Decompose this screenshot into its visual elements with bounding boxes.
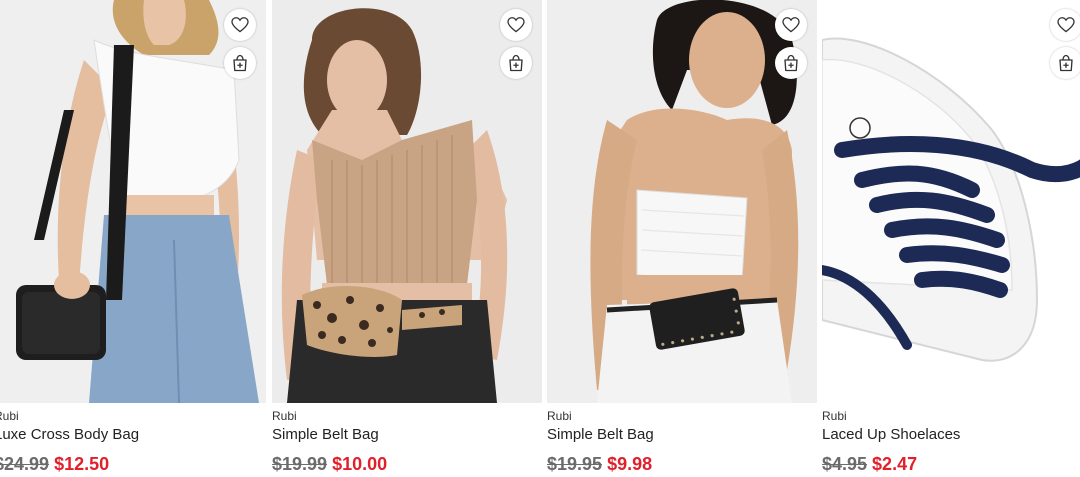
product-brand: Rubi (822, 409, 847, 423)
product-card[interactable]: Rubi Simple Belt Bag $19.95 $9.98 (547, 0, 817, 477)
product-name[interactable]: Simple Belt Bag (272, 426, 379, 444)
product-card[interactable]: Rubi Simple Belt Bag $19.99 $10.00 (272, 0, 542, 477)
sale-price: $9.98 (607, 454, 653, 474)
add-to-bag-button[interactable] (224, 47, 256, 79)
product-name[interactable]: Luxe Cross Body Bag (0, 426, 139, 444)
heart-icon (782, 17, 800, 33)
original-price: $24.99 (0, 454, 50, 474)
sale-price: $12.50 (54, 454, 110, 474)
add-to-bag-button[interactable] (775, 47, 807, 79)
add-to-wishlist-button[interactable] (224, 9, 256, 41)
heart-icon (507, 17, 525, 33)
add-to-bag-button[interactable] (500, 47, 532, 79)
add-to-wishlist-button[interactable] (1050, 9, 1080, 41)
add-to-bag-button[interactable] (1050, 47, 1080, 79)
shopping-bag-plus-icon (1059, 54, 1073, 72)
product-grid: Rubi Luxe Cross Body Bag $24.99$12.50 (0, 0, 1080, 477)
product-card[interactable]: Rubi Luxe Cross Body Bag $24.99$12.50 (0, 0, 266, 477)
product-price: $24.99$12.50 (0, 453, 109, 475)
product-price: $4.95 $2.47 (822, 453, 917, 475)
product-name[interactable]: Simple Belt Bag (547, 426, 654, 444)
original-price: $4.95 (822, 454, 868, 474)
original-price: $19.95 (547, 454, 603, 474)
original-price: $19.99 (272, 454, 328, 474)
product-price: $19.95 $9.98 (547, 453, 652, 475)
heart-icon (231, 17, 249, 33)
shopping-bag-plus-icon (784, 54, 798, 72)
sale-price: $10.00 (332, 454, 388, 474)
add-to-wishlist-button[interactable] (775, 9, 807, 41)
product-photo-shoelaces (822, 0, 1080, 403)
product-image[interactable] (822, 0, 1080, 403)
sale-price: $2.47 (872, 454, 918, 474)
product-name[interactable]: Laced Up Shoelaces (822, 426, 960, 444)
shopping-bag-plus-icon (509, 54, 523, 72)
product-brand: Rubi (547, 409, 572, 423)
product-price: $19.99 $10.00 (272, 453, 387, 475)
add-to-wishlist-button[interactable] (500, 9, 532, 41)
product-brand: Rubi (272, 409, 297, 423)
heart-icon (1057, 17, 1075, 33)
product-card[interactable]: Rubi Laced Up Shoelaces $4.95 $2.47 (822, 0, 1080, 477)
shopping-bag-plus-icon (233, 54, 247, 72)
product-brand: Rubi (0, 409, 19, 423)
